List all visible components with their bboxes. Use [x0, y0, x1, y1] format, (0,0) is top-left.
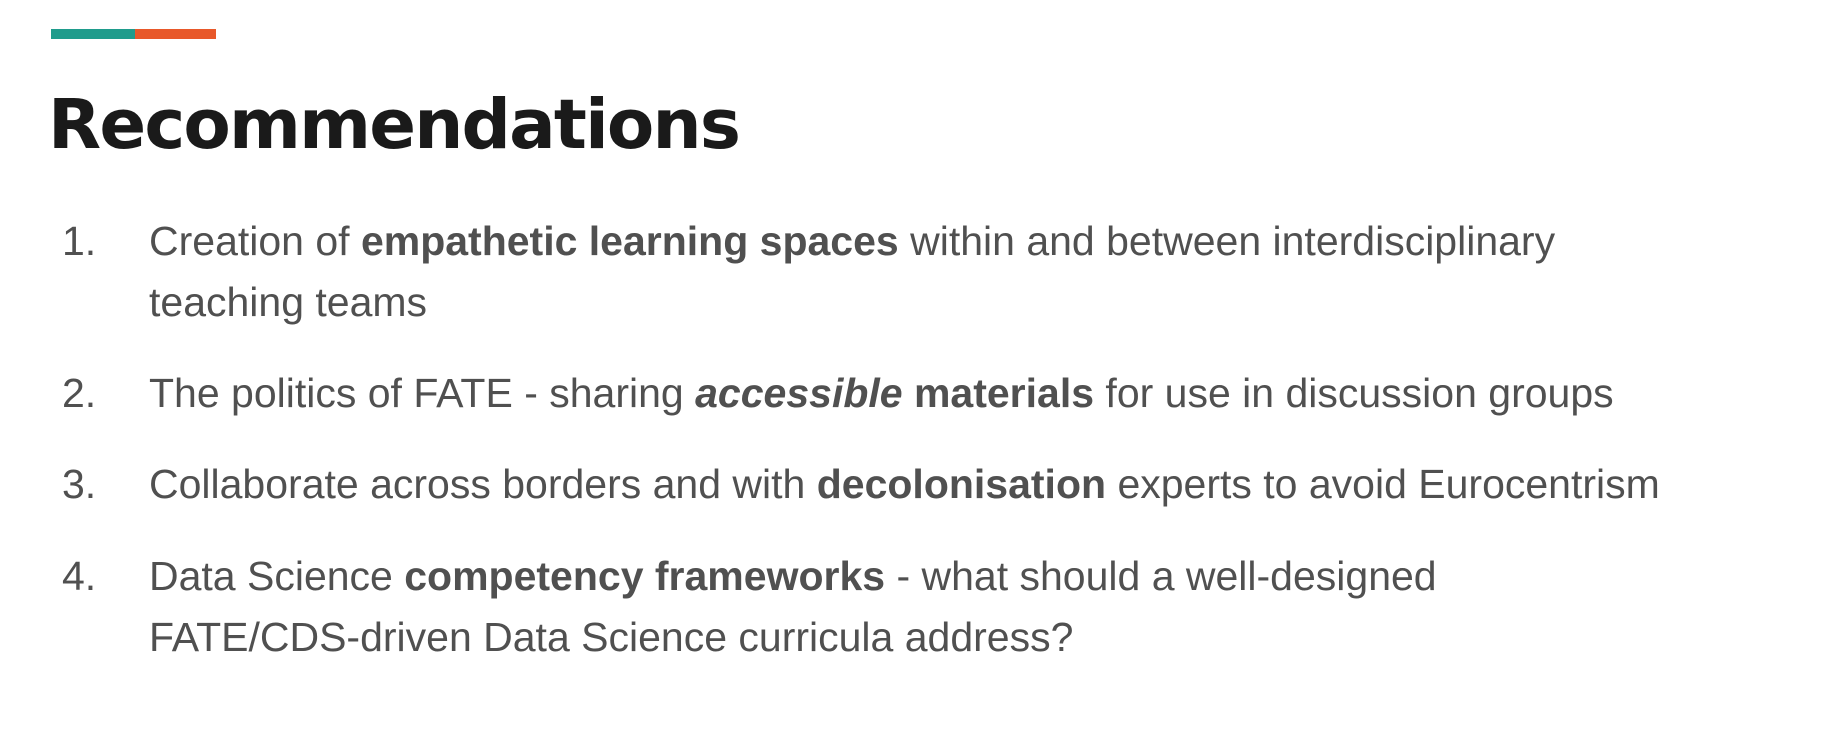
recommendation-number: 2.	[62, 370, 97, 416]
recommendation-emphasis: empathetic learning spaces	[360, 218, 899, 264]
recommendation-line: The politics of FATE - sharing accessibl…	[149, 363, 1614, 424]
recommendation-emphasis: accessible	[695, 370, 903, 416]
recommendation-text: Creation of empathetic learning spaces w…	[149, 211, 1555, 333]
recommendation-number: 1.	[62, 218, 97, 264]
recommendation-text-run: FATE/CDS-driven Data Science curricula a…	[149, 614, 1074, 660]
recommendation-text: Collaborate across borders and with deco…	[149, 454, 1660, 515]
recommendation-number: 4.	[62, 553, 97, 599]
recommendation-text-run: - what should a well-designed	[885, 553, 1437, 599]
recommendation-line: Data Science competency frameworks - wha…	[149, 546, 1437, 607]
recommendation-line: Creation of empathetic learning spaces w…	[149, 211, 1555, 272]
recommendation-text-run: Creation of	[149, 218, 361, 264]
recommendation-text-run: within and between interdisciplinary	[898, 218, 1556, 264]
recommendation-emphasis: decolonisation	[816, 461, 1107, 507]
slide: Recommendations 1. Creation of empatheti…	[0, 0, 1842, 754]
recommendation-line: FATE/CDS-driven Data Science curricula a…	[149, 607, 1437, 668]
recommendation-emphasis: materials	[902, 370, 1095, 416]
recommendation-number: 3.	[62, 461, 97, 507]
recommendation-line: teaching teams	[149, 272, 1555, 333]
recommendation-text-run: The politics of FATE - sharing	[149, 370, 696, 416]
recommendation-emphasis: competency frameworks	[404, 553, 886, 599]
recommendation-text-run: experts to avoid Eurocentrism	[1106, 461, 1660, 507]
slide-title: Recommendations	[48, 85, 741, 165]
recommendation-text: Data Science competency frameworks - wha…	[149, 546, 1437, 668]
recommendation-text-run: Collaborate across borders and with	[149, 461, 817, 507]
recommendation-line: Collaborate across borders and with deco…	[149, 454, 1660, 515]
accent-bar-teal-segment	[51, 29, 135, 39]
recommendation-text-run: for use in discussion groups	[1094, 370, 1614, 416]
accent-bar-orange-segment	[135, 29, 216, 39]
recommendation-text-run: teaching teams	[149, 279, 428, 325]
recommendation-text: The politics of FATE - sharing accessibl…	[149, 363, 1614, 424]
accent-bar	[51, 29, 216, 39]
recommendation-text-run: Data Science	[149, 553, 405, 599]
